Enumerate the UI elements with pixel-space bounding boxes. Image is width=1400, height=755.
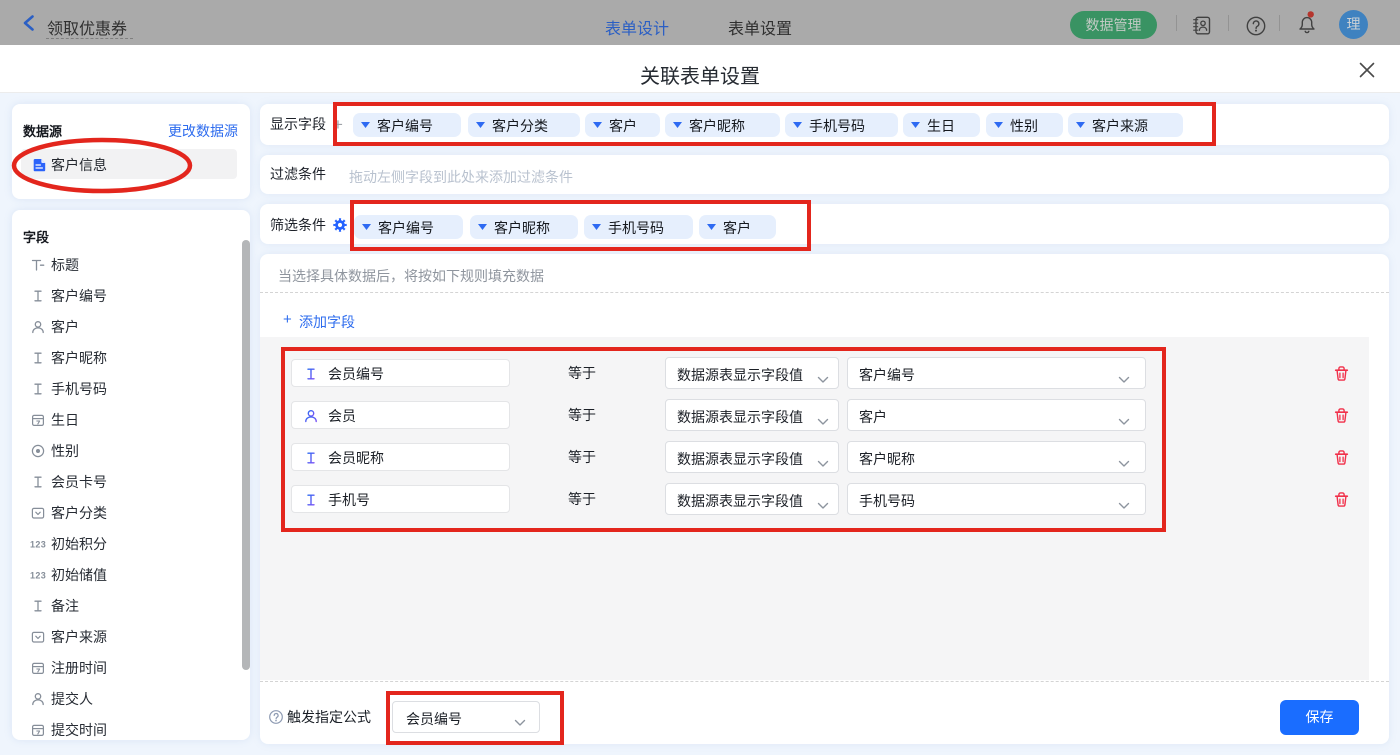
- svg-text:123: 123: [30, 540, 46, 550]
- svg-text:123: 123: [30, 571, 46, 581]
